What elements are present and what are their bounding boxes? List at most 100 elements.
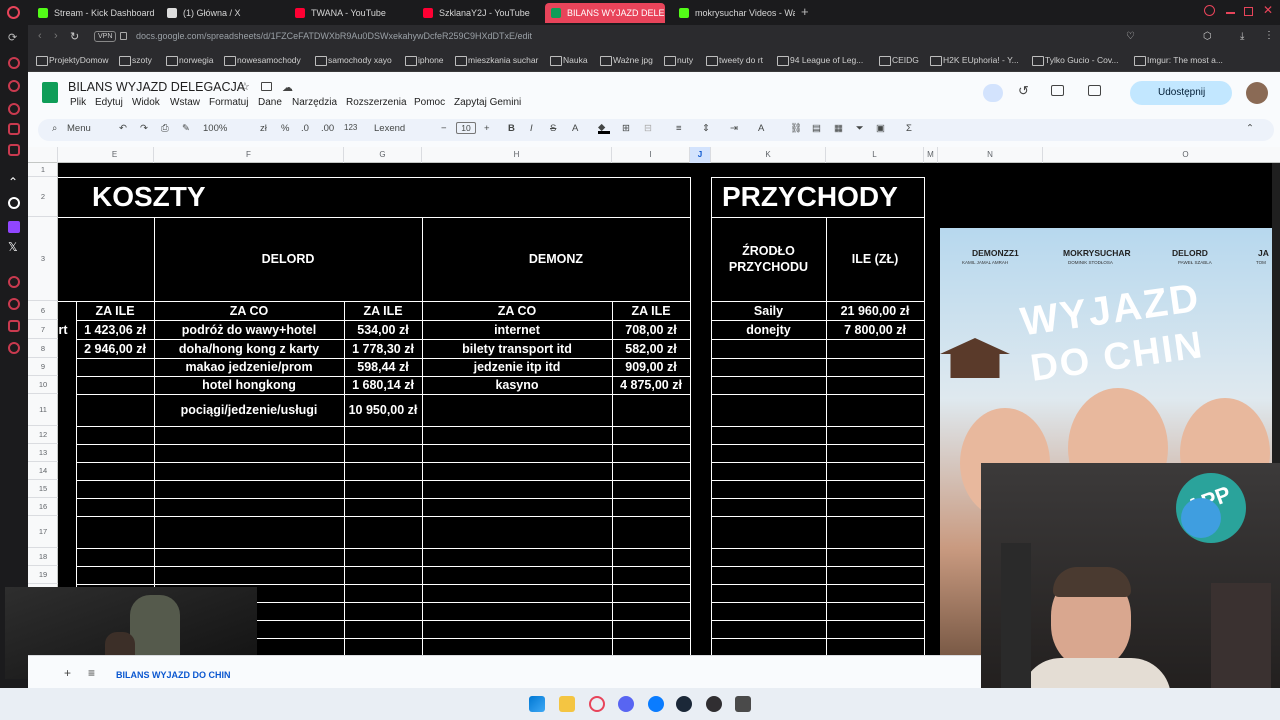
bookmark-item[interactable]: szoty [119, 55, 152, 66]
decrease-decimal[interactable]: .0 [301, 123, 309, 134]
increase-decimal[interactable]: .00 [321, 123, 334, 134]
avatar[interactable] [1246, 82, 1268, 104]
za-ile-header-g[interactable]: ZA ILE [344, 301, 422, 320]
cell-i8[interactable]: 582,00 zł [612, 339, 690, 358]
cell-i7[interactable]: 708,00 zł [612, 320, 690, 339]
sidebar-opera-icon[interactable] [8, 57, 20, 69]
wrap-icon[interactable]: ⇥ [730, 123, 738, 134]
cell-h7[interactable]: internet [422, 320, 612, 339]
bookmark-item[interactable]: samochody xayo [315, 55, 392, 66]
za-co-header-h[interactable]: ZA CO [422, 301, 612, 320]
refresh-icon[interactable]: ⟳ [8, 31, 17, 44]
sidebar-ai-icon[interactable]: ⌃ [8, 175, 18, 189]
przychody-title[interactable]: PRZYCHODY [722, 181, 898, 213]
back-icon[interactable]: ‹ [38, 30, 42, 42]
menu-extensions[interactable]: Rozszerzenia [346, 97, 407, 108]
tab-youtube-twana[interactable]: TWANA - YouTube [289, 3, 409, 23]
cell-k6[interactable]: Saily [711, 301, 826, 320]
column-header-e[interactable]: E [76, 147, 154, 163]
minimize-icon[interactable] [1226, 12, 1235, 14]
ile-header[interactable]: ILE (ZŁ) [826, 217, 924, 301]
sidebar-messenger-icon[interactable] [8, 80, 20, 92]
cell-i9[interactable]: 909,00 zł [612, 358, 690, 376]
menu-insert[interactable]: Wstaw [170, 97, 200, 108]
cell-d7-overflow[interactable]: rt [58, 320, 68, 339]
menu-data[interactable]: Dane [258, 97, 282, 108]
number-format[interactable]: 123 [344, 123, 357, 132]
reload-icon[interactable]: ↻ [70, 30, 79, 43]
link-icon[interactable]: ⛓ [790, 123, 802, 134]
calculator-icon[interactable] [735, 696, 751, 712]
cell-f7[interactable]: podróż do wawy+hotel [154, 320, 344, 339]
row-header[interactable]: 15 [28, 480, 58, 498]
bookmark-icon[interactable]: ♡ [1126, 31, 1135, 42]
borders-icon[interactable]: ⊞ [622, 123, 630, 134]
bookmark-item[interactable]: tweety do rt [706, 55, 763, 66]
column-header-f[interactable]: F [154, 147, 344, 163]
cell-k7[interactable]: donejty [711, 320, 826, 339]
fill-color-icon[interactable]: ◆ [598, 122, 610, 134]
column-header-i[interactable]: I [612, 147, 690, 163]
bookmark-item[interactable]: Tylko Gucio - Cov... [1032, 55, 1119, 66]
menu-file[interactable]: Plik [70, 97, 86, 108]
font-select[interactable]: Lexend [374, 123, 405, 134]
bookmark-item[interactable]: Nauka [550, 55, 588, 66]
sidebar-twitch-icon[interactable] [8, 221, 20, 233]
tab-kick-videos[interactable]: mokrysuchar Videos - Wa [673, 3, 795, 23]
strikethrough-button[interactable]: S [550, 123, 556, 134]
cell-g10[interactable]: 1 680,14 zł [344, 376, 422, 394]
comment-icon[interactable]: ▤ [812, 123, 821, 134]
zoom-select[interactable]: 100% [203, 123, 227, 134]
comments-icon[interactable] [1051, 85, 1064, 96]
maximize-icon[interactable] [1244, 7, 1253, 16]
row-header[interactable]: 16 [28, 498, 58, 516]
sidebar-clock-icon[interactable] [8, 298, 20, 310]
zrodlo-header[interactable]: ŹRODŁO PRZYCHODU [711, 217, 826, 301]
row-header[interactable]: 11 [28, 394, 58, 426]
history-icon[interactable]: ↺ [1018, 83, 1029, 99]
document-title[interactable]: BILANS WYJAZD DELEGACJA [68, 80, 245, 94]
select-all-corner[interactable] [28, 147, 58, 163]
search-tabs-icon[interactable] [1204, 5, 1215, 16]
bookmark-item[interactable]: CEIDG [879, 55, 919, 66]
row-header[interactable]: 2 [28, 177, 58, 217]
row-header[interactable]: 18 [28, 548, 58, 566]
menu-edit[interactable]: Edytuj [95, 97, 123, 108]
opera-gx-icon[interactable] [589, 696, 605, 712]
tab-sheets-active[interactable]: BILANS WYJAZD DELEGA [545, 3, 665, 23]
sidebar-history-icon[interactable] [8, 276, 20, 288]
column-header-l[interactable]: L [826, 147, 924, 163]
cell-i10[interactable]: 4 875,00 zł [612, 376, 690, 394]
column-header-o[interactable]: O [1043, 147, 1280, 163]
rotate-icon[interactable]: A [758, 123, 764, 134]
row-header[interactable]: 7 [28, 320, 58, 339]
tab-youtube-szklana[interactable]: SzklanaY2J - YouTube [417, 3, 537, 23]
menu-view[interactable]: Widok [132, 97, 160, 108]
steam-icon[interactable] [676, 696, 692, 712]
menu-search-label[interactable]: Menu [67, 123, 91, 134]
sidebar-x-icon[interactable]: 𝕏 [8, 240, 18, 254]
column-header-k[interactable]: K [711, 147, 826, 163]
cell-f10[interactable]: hotel hongkong [154, 376, 344, 394]
cell-e7[interactable]: 1 423,06 zł [76, 320, 154, 339]
cell-e8[interactable]: 2 946,00 zł [76, 339, 154, 358]
cell-f11[interactable]: pociągi/jedzenie/usługi [154, 394, 344, 426]
obs-icon[interactable] [706, 696, 722, 712]
row-header[interactable]: 8 [28, 339, 58, 358]
currency-format[interactable]: zł [260, 123, 267, 134]
bookmark-item[interactable]: mieszkania suchar [455, 55, 538, 66]
all-sheets-icon[interactable]: ≡ [88, 666, 95, 680]
row-header[interactable]: 10 [28, 376, 58, 394]
bookmark-item[interactable]: 94 League of Leg... [777, 55, 863, 66]
file-explorer-icon[interactable] [559, 696, 575, 712]
bookmark-item[interactable]: ProjektyDomow [36, 55, 109, 66]
za-ile-header-e[interactable]: ZA ILE [76, 301, 154, 320]
add-sheet-icon[interactable]: + [64, 666, 71, 680]
collapse-icon[interactable]: ⌃ [1246, 123, 1254, 134]
download-icon[interactable]: ⤓ [1240, 31, 1244, 42]
cell-h10[interactable]: kasyno [422, 376, 612, 394]
row-header[interactable]: 19 [28, 566, 58, 584]
row-header[interactable]: 1 [28, 163, 58, 177]
star-icon[interactable]: ☆ [240, 80, 250, 93]
cell-g9[interactable]: 598,44 zł [344, 358, 422, 376]
